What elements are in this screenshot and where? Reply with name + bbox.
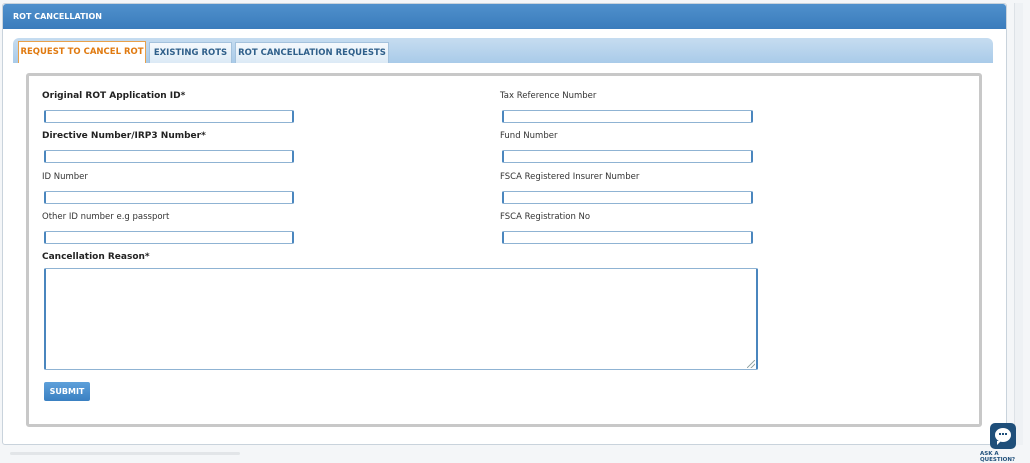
- chat-bubble-icon: [995, 428, 1011, 445]
- panel-title: ROT CANCELLATION: [3, 4, 1006, 29]
- ask-question-button[interactable]: [990, 423, 1016, 449]
- tax-reference-input[interactable]: [502, 110, 753, 123]
- tab-rot-cancellation-requests[interactable]: ROT CANCELLATION REQUESTS: [235, 42, 389, 63]
- ask-question-label[interactable]: ASK A QUESTION?: [980, 451, 1030, 463]
- id-number-label: ID Number: [42, 172, 88, 182]
- fsca-registration-label: FSCA Registration No: [500, 212, 591, 222]
- fund-number-input[interactable]: [502, 150, 753, 163]
- id-number-input[interactable]: [44, 191, 294, 204]
- fsca-registration-input[interactable]: [502, 231, 753, 244]
- tab-existing-rots[interactable]: EXISTING ROTS: [149, 42, 232, 63]
- fund-number-label: Fund Number: [500, 131, 558, 141]
- tax-reference-label: Tax Reference Number: [500, 91, 597, 101]
- tab-request-to-cancel-rot[interactable]: REQUEST TO CANCEL ROT: [18, 41, 146, 63]
- cancellation-reason-label: Cancellation Reason*: [42, 252, 150, 262]
- directive-number-input[interactable]: [44, 150, 294, 163]
- directive-number-label: Directive Number/IRP3 Number*: [42, 131, 206, 141]
- other-id-input[interactable]: [44, 231, 294, 244]
- page-scrollbar[interactable]: [1014, 3, 1023, 445]
- submit-button[interactable]: SUBMIT: [44, 382, 90, 401]
- request-form: Original ROT Application ID* Directive N…: [26, 73, 982, 427]
- original-rot-id-input[interactable]: [44, 110, 294, 123]
- original-rot-id-label: Original ROT Application ID*: [42, 91, 186, 101]
- other-id-label: Other ID number e.g passport: [42, 212, 170, 222]
- horizontal-scrollbar[interactable]: [10, 452, 240, 455]
- fsca-insurer-number-input[interactable]: [502, 191, 753, 204]
- resize-grip-icon[interactable]: [747, 360, 755, 368]
- cancellation-reason-textarea[interactable]: [44, 268, 758, 370]
- fsca-insurer-number-label: FSCA Registered Insurer Number: [500, 172, 640, 182]
- tab-bar: REQUEST TO CANCEL ROT EXISTING ROTS ROT …: [13, 38, 993, 63]
